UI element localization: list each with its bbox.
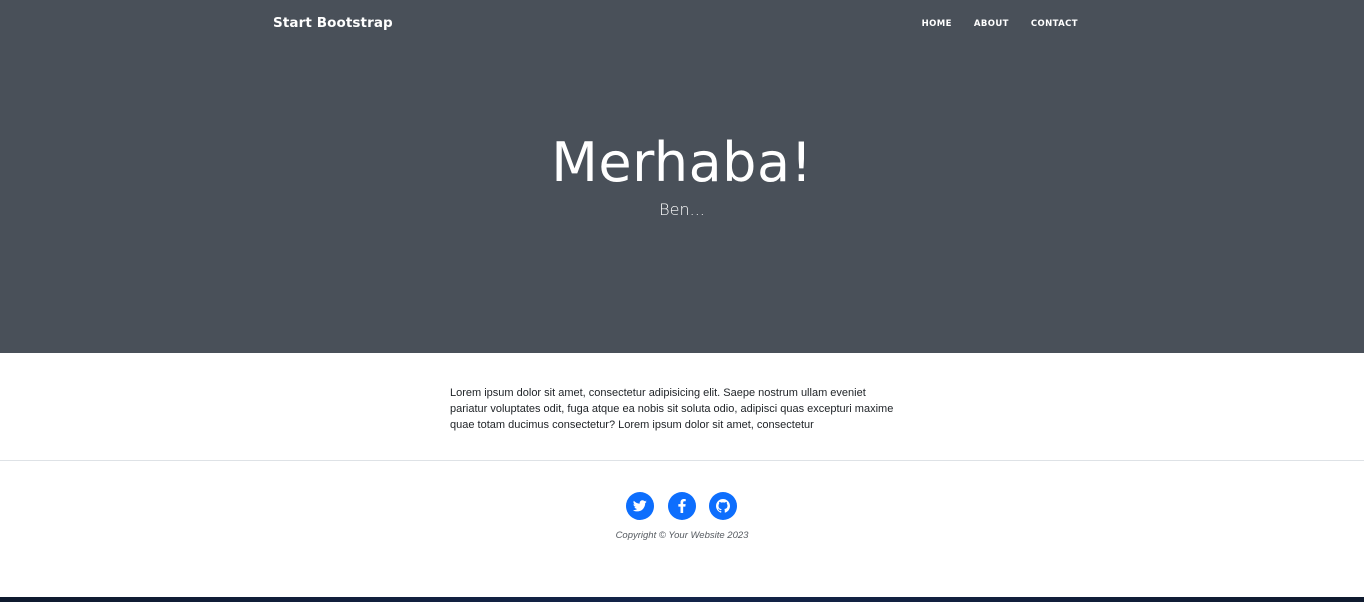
masthead: Start Bootstrap HOME ABOUT CONTACT Merha… (0, 0, 1364, 353)
divider (0, 460, 1364, 461)
twitter-button[interactable] (626, 492, 654, 520)
main-paragraph: Lorem ipsum dolor sit amet, consectetur … (450, 387, 894, 431)
nav-link-about[interactable]: ABOUT (974, 19, 1009, 29)
twitter-icon (633, 500, 647, 512)
copyright: Copyright © Your Website 2023 (615, 530, 749, 541)
bottom-bar (0, 597, 1364, 602)
github-icon (716, 499, 730, 513)
navbar-brand[interactable]: Start Bootstrap (273, 15, 393, 31)
navbar: Start Bootstrap HOME ABOUT CONTACT (0, 0, 1364, 50)
nav-links: HOME ABOUT CONTACT (900, 19, 1078, 29)
social-links (626, 492, 737, 520)
github-button[interactable] (709, 492, 737, 520)
hero-title: Merhaba! (551, 131, 813, 194)
facebook-icon (677, 499, 686, 513)
hero-subtitle: Ben... (659, 200, 705, 219)
nav-link-contact[interactable]: CONTACT (1031, 19, 1078, 29)
facebook-button[interactable] (667, 492, 696, 520)
nav-link-home[interactable]: HOME (922, 19, 952, 29)
